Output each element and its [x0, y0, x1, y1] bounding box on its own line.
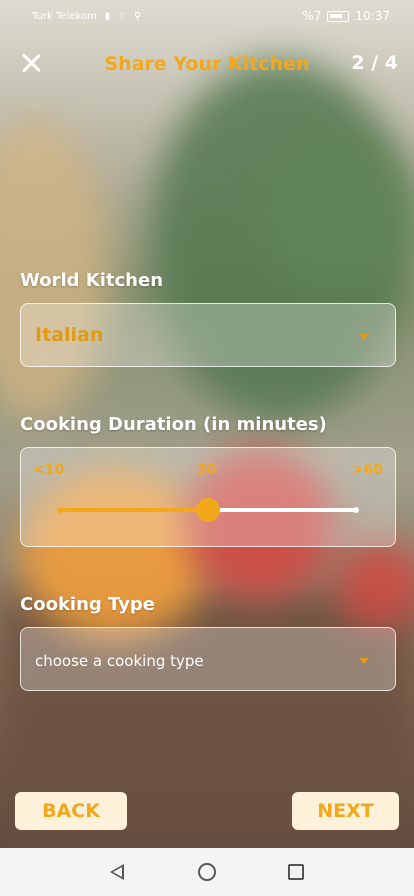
slider-thumb[interactable] — [196, 498, 220, 522]
clock: 10:37 — [355, 9, 390, 23]
next-button[interactable]: NEXT — [292, 792, 399, 830]
slider-max-label: >60 — [351, 462, 383, 478]
world-kitchen-value: Italian — [35, 324, 104, 346]
battery-percent: %7 — [302, 9, 322, 23]
slider-track[interactable] — [57, 498, 359, 522]
chevron-down-icon — [359, 334, 369, 340]
header: Share Your Kitchen 2 / 4 — [0, 46, 414, 86]
nav-recent-apps-icon[interactable] — [288, 864, 304, 880]
world-kitchen-select[interactable]: Italian — [20, 303, 396, 367]
status-right: %7 10:37 — [302, 9, 390, 23]
cooking-duration-slider-card: <10 30 >60 — [20, 447, 396, 547]
cooking-duration-label: Cooking Duration (in minutes) — [20, 414, 327, 435]
nav-home-icon[interactable] — [198, 863, 216, 881]
cooking-type-select[interactable]: choose a cooking type — [20, 627, 396, 691]
carrier-name: Turk Telekom — [32, 10, 97, 22]
chevron-down-icon — [359, 658, 369, 664]
system-nav-bar — [0, 848, 414, 896]
cooking-type-placeholder: choose a cooking type — [35, 652, 204, 670]
cooking-type-label: Cooking Type — [20, 594, 156, 615]
back-button[interactable]: BACK — [15, 792, 127, 830]
world-kitchen-label: World Kitchen — [20, 270, 164, 291]
slider-start-dot — [57, 507, 63, 513]
slider-min-label: <10 — [33, 462, 65, 478]
slider-fill — [59, 508, 208, 512]
slider-value-label: 30 — [197, 462, 217, 478]
status-bar: Turk Telekom ▮ ⌔ ⚲ %7 10:37 — [0, 0, 414, 32]
step-indicator: 2 / 4 — [351, 52, 398, 74]
signal-wifi-icon: ▮ ⌔ ⚲ — [104, 10, 144, 22]
slider-end-dot — [353, 507, 359, 513]
battery-icon — [327, 10, 350, 22]
